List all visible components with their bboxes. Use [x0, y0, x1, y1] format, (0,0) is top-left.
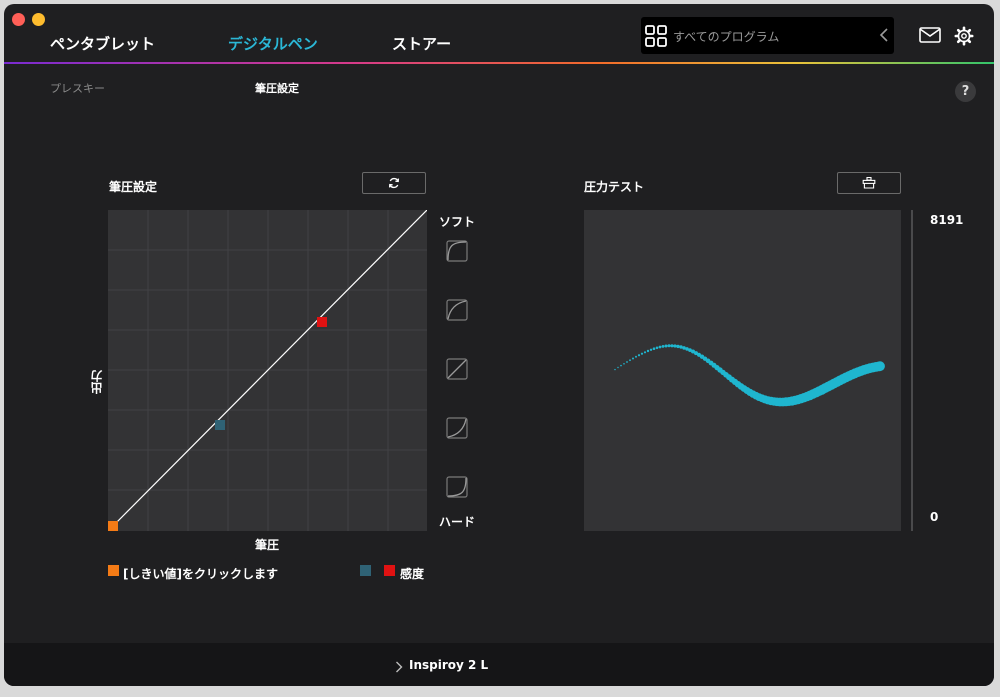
header-divider	[4, 62, 994, 64]
sensitivity-high-legend-swatch	[384, 565, 395, 576]
mail-icon[interactable]	[919, 27, 941, 43]
clear-test-button[interactable]	[837, 172, 901, 194]
gear-icon[interactable]	[954, 26, 974, 46]
pressure-level-bar	[911, 210, 913, 531]
threshold-legend-swatch	[108, 565, 119, 576]
tab-digital-pen[interactable]: デジタルペン	[228, 33, 318, 54]
app-window: ペンタブレット デジタルペン ストアー すべてのプログラム プレスキー 筆圧設定…	[4, 4, 994, 686]
pressure-max-value: 8191	[930, 213, 964, 227]
pressure-test-canvas[interactable]	[584, 210, 901, 531]
program-select[interactable]: すべてのプログラム	[641, 17, 894, 54]
tab-pen-tablet[interactable]: ペンタブレット	[50, 33, 155, 54]
pressure-curve-graph[interactable]	[108, 210, 427, 531]
x-axis-label: 筆圧	[255, 538, 280, 552]
close-window-button[interactable]	[12, 13, 25, 26]
curve-preset-soft-1[interactable]	[446, 240, 468, 262]
eraser-icon	[862, 177, 876, 189]
device-name: Inspiroy 2 L	[409, 658, 489, 672]
sensitivity-handle-low[interactable]	[215, 420, 225, 430]
pressure-test-title: 圧力テスト	[584, 180, 645, 194]
reset-curve-button[interactable]	[362, 172, 426, 194]
pressure-settings-title: 筆圧設定	[109, 180, 158, 194]
chevron-left-icon[interactable]	[879, 28, 889, 42]
curve-preset-hard-2[interactable]	[446, 476, 468, 498]
refresh-icon	[388, 177, 400, 189]
sensitivity-low-legend-swatch	[360, 565, 371, 576]
sensitivity-handle-high[interactable]	[317, 317, 327, 327]
subtab-press-keys[interactable]: プレスキー	[50, 80, 105, 96]
program-select-label: すべてのプログラム	[673, 30, 780, 44]
help-icon[interactable]: ?	[955, 81, 976, 102]
threshold-legend-label: [しきい値]をクリックします	[123, 567, 278, 581]
threshold-handle[interactable]	[108, 521, 118, 531]
curve-preset-hard-1[interactable]	[446, 417, 468, 439]
device-bar[interactable]: Inspiroy 2 L	[4, 643, 994, 686]
subtab-pressure-settings[interactable]: 筆圧設定	[255, 80, 299, 96]
minimize-window-button[interactable]	[32, 13, 45, 26]
hard-label: ハード	[439, 515, 476, 529]
y-axis-label: 出力	[90, 370, 104, 394]
sensitivity-legend-label: 感度	[400, 567, 425, 581]
pressure-min-value: 0	[930, 510, 939, 524]
chevron-right-icon[interactable]	[395, 661, 403, 673]
tab-store[interactable]: ストアー	[392, 33, 451, 54]
curve-preset-linear[interactable]	[446, 358, 468, 380]
curve-preset-soft-2[interactable]	[446, 299, 468, 321]
all-programs-grid-icon	[645, 25, 667, 47]
soft-label: ソフト	[439, 215, 476, 229]
